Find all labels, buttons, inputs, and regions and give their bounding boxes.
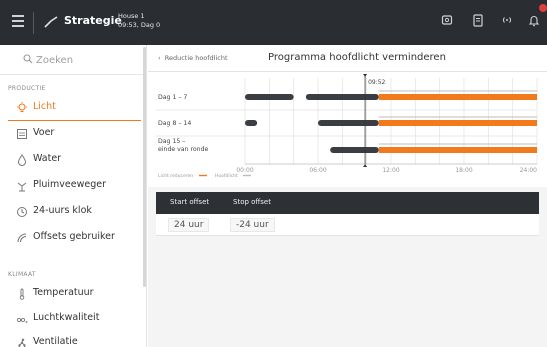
search-bar: [0, 45, 147, 75]
sidebar-scrollbar[interactable]: [143, 47, 146, 287]
content-header: ‹ Reductie hoofdlicht Programma hoofdlic…: [148, 45, 547, 72]
sidebar-item-label: 24-uurs klok: [33, 205, 92, 216]
start-offset-value[interactable]: 24 uur: [168, 218, 210, 232]
main-content: ‹ Reductie hoofdlicht Programma hoofdlic…: [148, 45, 547, 347]
offset-table-header: Start offset Stop offset: [156, 192, 539, 214]
home-icon[interactable]: [441, 14, 453, 26]
start-offset-header: Start offset: [170, 198, 210, 206]
top-bar: Strategie House 1 09:53, Dag 0: [0, 0, 547, 45]
co2-icon: [16, 317, 28, 323]
menu-icon[interactable]: [12, 15, 24, 27]
sidebar-item-label: Offsets gebruiker: [33, 231, 115, 242]
reduction-bar: [378, 147, 537, 153]
thermometer-icon: [19, 288, 25, 300]
offset-icon: [17, 233, 27, 243]
search-icon: [23, 54, 33, 64]
current-time-marker-bottom: [363, 164, 368, 167]
page-module-title: Strategie: [64, 14, 122, 27]
back-link[interactable]: ‹ Reductie hoofdlicht: [158, 54, 228, 62]
stop-offset-value[interactable]: -24 uur: [230, 218, 275, 232]
feed-icon: [17, 129, 27, 139]
scale-icon: [17, 182, 27, 192]
sidebar-item-offsets-gebruiker[interactable]: Offsets gebruiker: [0, 227, 141, 249]
active-indicator: [8, 120, 141, 121]
sidebar-item-label: Ventilatie: [33, 336, 78, 347]
dark-light-bar: [245, 120, 258, 126]
sidebar-item-label: Temperatuur: [33, 287, 94, 298]
current-time-label: 09:52: [368, 79, 385, 86]
alarm-bell-icon[interactable]: [528, 14, 540, 27]
header-divider: [33, 12, 34, 34]
sidebar-item-luchtkwaliteit[interactable]: Luchtkwaliteit: [0, 308, 141, 330]
page-title: Programma hoofdlicht verminderen: [268, 52, 446, 63]
wifi-signal-icon[interactable]: [500, 14, 514, 26]
section-label-climate: KLIMAAT: [8, 271, 36, 278]
sidebar-item-pluimveeweger[interactable]: Pluimveeweger: [0, 175, 141, 197]
row-label: Dag 15 – einde van ronde: [158, 138, 209, 153]
dark-light-bar: [318, 120, 379, 126]
water-drop-icon: [17, 154, 27, 166]
reduction-bar: [378, 94, 537, 100]
section-label-production: PRODUCTIE: [8, 85, 46, 92]
dark-light-bar: [330, 147, 379, 153]
current-time-marker-top: [363, 74, 368, 77]
sidebar-item-label: Luchtkwaliteit: [33, 312, 100, 323]
house-info: House 1 09:53, Dag 0: [118, 12, 160, 30]
current-time-day: 09:53, Dag 0: [118, 21, 161, 29]
stop-offset-header: Stop offset: [233, 198, 271, 206]
x-tick-label: 12:00: [382, 167, 399, 174]
timeline-chart: Dag 1 – 7 Dag 8 – 14 Dag 15 – einde van ron…: [156, 74, 538, 179]
row-label: Dag 1 – 7: [158, 94, 187, 101]
x-tick-label: 18:00: [455, 167, 472, 174]
sidebar-item-label: Water: [33, 153, 62, 164]
reduction-bar: [378, 120, 537, 126]
sidebar-item-24-uurs-klok[interactable]: 24-uurs klok: [0, 201, 141, 223]
house-name: House 1: [118, 12, 145, 20]
search-input[interactable]: [36, 51, 136, 69]
fan-icon: [18, 338, 26, 347]
alarm-badge: [539, 4, 547, 12]
light-program-chart: Dag 1 – 7 Dag 8 – 14 Dag 15 – einde van ron…: [148, 72, 547, 187]
offset-table: Start offset Stop offset 24 uur -24 uur: [156, 192, 539, 236]
dark-light-bar: [305, 94, 379, 100]
strategy-trend-icon: [44, 16, 58, 28]
sidebar-item-ventilatie[interactable]: Ventilatie: [0, 332, 141, 347]
dark-light-bar: [245, 94, 294, 100]
x-tick-label: 06:00: [309, 167, 326, 174]
row-label: Dag 8 – 14: [158, 120, 191, 127]
sidebar-item-label: Pluimveeweger: [33, 179, 106, 190]
legend-label: Licht reduceren: [158, 173, 193, 179]
sidebar-item-label: Voer: [33, 127, 55, 138]
offset-row: 24 uur -24 uur: [156, 214, 539, 236]
back-link-label: Reductie hoofdlicht: [164, 54, 228, 62]
document-icon[interactable]: [472, 14, 484, 27]
bulb-icon: [17, 102, 27, 113]
sidebar-item-licht[interactable]: Licht: [0, 97, 141, 119]
sidebar: PRODUCTIE Licht Voer Water Pluim: [0, 45, 147, 347]
sidebar-item-temperatuur[interactable]: Temperatuur: [0, 283, 141, 305]
x-tick-label: 24:00: [520, 167, 537, 174]
x-tick-label: 00:00: [236, 167, 253, 174]
legend-label: Hoofdlicht: [215, 173, 238, 179]
sidebar-item-label: Licht: [33, 101, 56, 112]
sidebar-item-water[interactable]: Water: [0, 149, 141, 171]
sidebar-item-voer[interactable]: Voer: [0, 123, 141, 145]
clock-icon: [17, 207, 27, 217]
